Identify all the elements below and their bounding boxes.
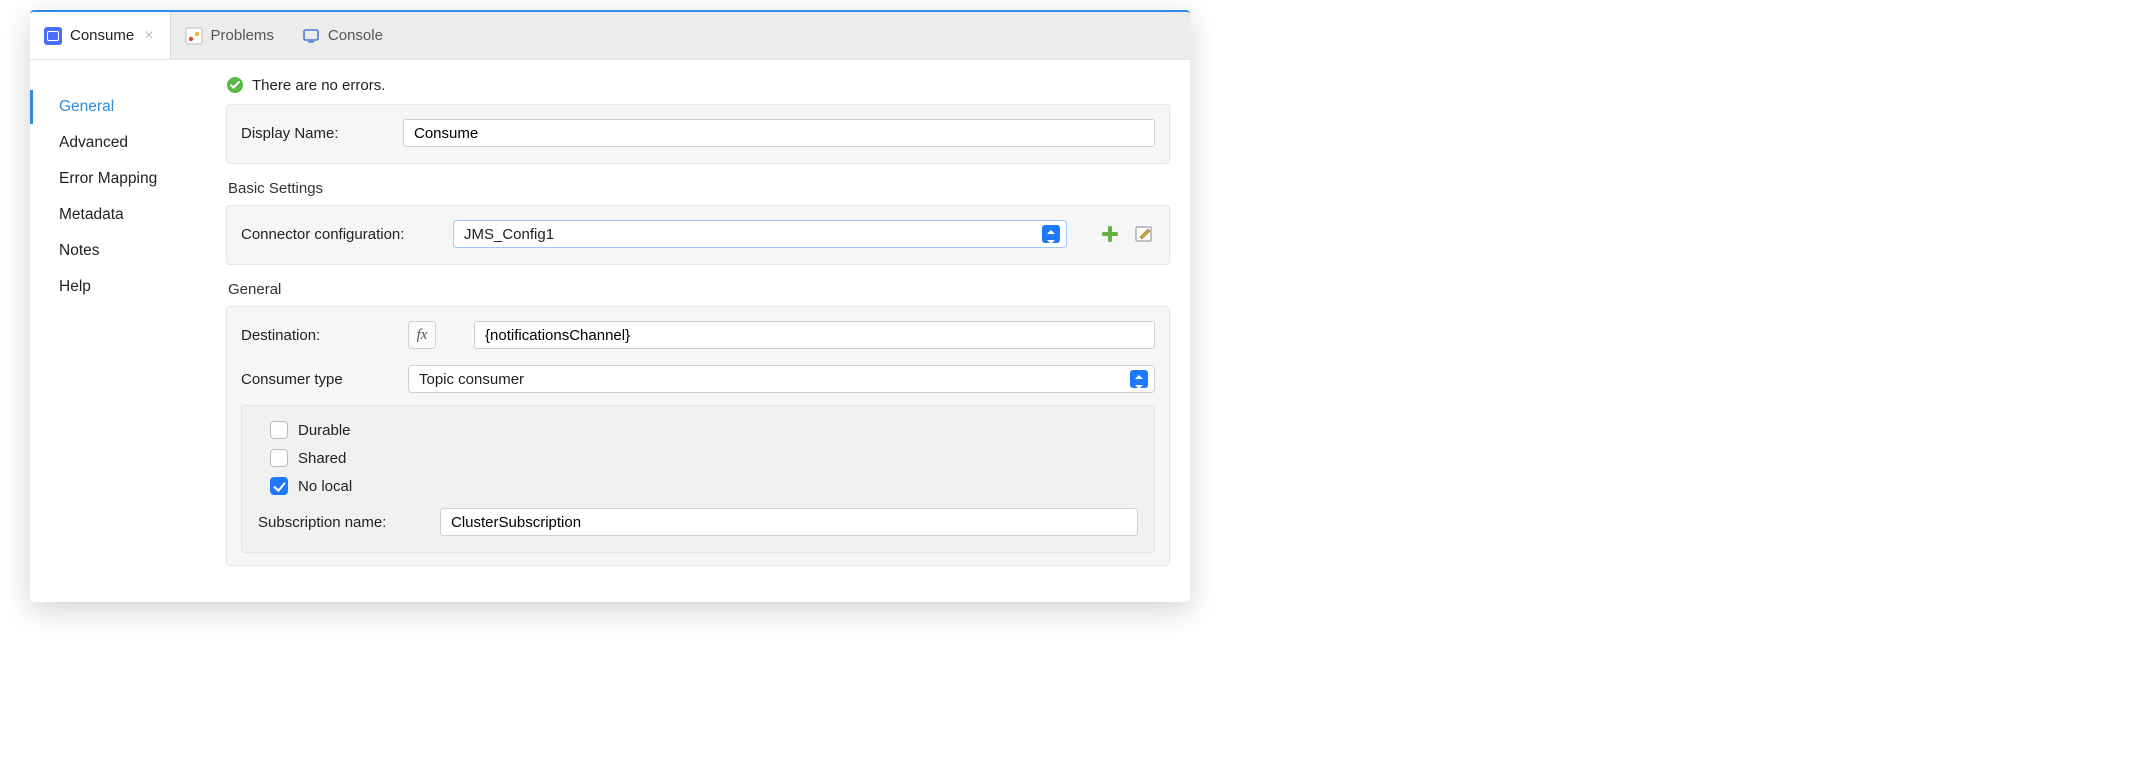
tab-console-label: Console [328,27,383,44]
sidebar: General Advanced Error Mapping Metadata … [30,60,210,602]
chevron-updown-icon [1130,370,1148,388]
connector-config-select[interactable]: JMS_Config1 [453,220,1067,248]
display-name-input[interactable] [403,119,1155,147]
subscription-name-input[interactable] [440,508,1138,536]
consume-icon [44,27,62,45]
sidebar-item-general[interactable]: General [30,90,210,124]
shared-row[interactable]: Shared [258,444,1138,472]
basic-settings-panel: Connector configuration: JMS_Config1 [226,205,1170,265]
no-local-label: No local [298,478,352,495]
display-name-panel: Display Name: [226,104,1170,164]
no-local-checkbox[interactable] [270,477,288,495]
sidebar-item-label: Notes [59,242,100,259]
problems-icon [185,27,203,45]
sidebar-item-label: Metadata [59,206,124,223]
sidebar-item-label: Advanced [59,134,128,151]
shared-label: Shared [298,450,346,467]
console-icon [302,27,320,45]
chevron-updown-icon [1042,225,1060,243]
fx-icon: fx [417,327,428,344]
durable-checkbox[interactable] [270,421,288,439]
window-frame: Consume × Problems Console General Advan… [30,10,1190,602]
sidebar-item-help[interactable]: Help [30,270,210,304]
sidebar-item-metadata[interactable]: Metadata [30,198,210,232]
success-icon [226,76,244,94]
general-section-title: General [228,281,1170,298]
tab-problems-label: Problems [211,27,274,44]
sidebar-item-advanced[interactable]: Advanced [30,126,210,160]
status-message: There are no errors. [252,77,385,94]
sidebar-item-label: General [59,98,114,115]
durable-label: Durable [298,422,351,439]
consumer-type-value: Topic consumer [419,371,524,388]
connector-config-value: JMS_Config1 [464,226,554,243]
tab-consume-label: Consume [70,27,134,44]
sidebar-item-label: Error Mapping [59,170,157,187]
subscription-name-label: Subscription name: [258,514,428,531]
basic-settings-title: Basic Settings [228,180,1170,197]
sidebar-item-notes[interactable]: Notes [30,234,210,268]
content-area: There are no errors. Display Name: Basic… [210,60,1190,602]
sidebar-item-label: Help [59,278,91,295]
edit-button[interactable] [1133,223,1155,245]
tab-console[interactable]: Console [288,12,397,59]
durable-row[interactable]: Durable [258,416,1138,444]
destination-label: Destination: [241,327,396,344]
general-panel: Destination: fx Consumer type Topic cons… [226,306,1170,566]
no-local-row[interactable]: No local [258,472,1138,500]
consumer-type-select[interactable]: Topic consumer [408,365,1155,393]
panel-body: General Advanced Error Mapping Metadata … [30,60,1190,602]
add-button[interactable] [1099,223,1121,245]
close-icon[interactable]: × [142,27,155,45]
consumer-type-label: Consumer type [241,371,396,388]
status-row: There are no errors. [226,76,1170,104]
tab-consume[interactable]: Consume × [30,12,171,59]
tab-problems[interactable]: Problems [171,12,288,59]
shared-checkbox[interactable] [270,449,288,467]
display-name-label: Display Name: [241,125,391,142]
tab-bar: Consume × Problems Console [30,12,1190,60]
expression-button[interactable]: fx [408,321,436,349]
consumer-options-panel: Durable Shared No local Subscription nam… [241,405,1155,553]
sidebar-item-error-mapping[interactable]: Error Mapping [30,162,210,196]
connector-config-label: Connector configuration: [241,226,441,243]
destination-input[interactable] [474,321,1155,349]
